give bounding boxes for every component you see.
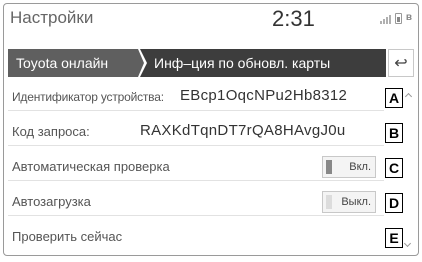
request-code-value: RAXKdTqnDT7rQA8HAvgJ0u <box>140 122 346 139</box>
check-now-label: Проверить сейчас <box>12 229 123 244</box>
device-id-value: EBcp1OqcNPu2Hb8312 <box>180 87 348 104</box>
callout-c: C <box>385 158 403 178</box>
auto-download-toggle[interactable]: Выкл. <box>322 191 376 213</box>
auto-check-row[interactable]: Автоматическая проверка Вкл. <box>8 153 384 181</box>
auto-check-toggle[interactable]: Вкл. <box>322 156 376 178</box>
callout-b: B <box>385 123 403 143</box>
clock: 2:31 <box>272 6 315 31</box>
battery-icon <box>394 13 402 24</box>
settings-screen: Настройки 2:31 ʙ Toyota онлайн Инф–ция п… <box>3 3 419 256</box>
page-title: Настройки <box>10 8 94 27</box>
tab-bar: Toyota онлайн Инф–ция по обновл. карты ↩ <box>8 49 414 77</box>
back-button[interactable]: ↩ <box>388 49 414 77</box>
auto-download-label: Автозагрузка <box>12 194 91 209</box>
back-arrow-icon: ↩ <box>394 55 408 72</box>
request-code-label: Код запроса: <box>12 124 90 139</box>
callout-d: D <box>385 193 403 213</box>
toggle-on-indicator <box>326 160 332 174</box>
device-id-row: Идентификатор устройства: EBcp1OqcNPu2Hb… <box>8 83 384 111</box>
tab-toyota-online[interactable]: Toyota онлайн <box>8 49 144 77</box>
toggle-off-indicator <box>326 195 332 209</box>
auto-download-row[interactable]: Автозагрузка Выкл. <box>8 188 384 216</box>
signal-icon <box>379 15 391 24</box>
callout-a: A <box>385 88 403 108</box>
bluetooth-icon: ʙ <box>405 12 412 23</box>
scroll-down-icon[interactable] <box>406 238 410 246</box>
auto-download-toggle-label: Выкл. <box>341 196 371 208</box>
auto-check-toggle-label: Вкл. <box>349 161 371 173</box>
check-now-row[interactable]: Проверить сейчас <box>8 223 384 251</box>
auto-check-label: Автоматическая проверка <box>12 159 170 174</box>
device-id-label: Идентификатор устройства: <box>12 90 164 104</box>
scroll-up-icon[interactable] <box>406 94 410 102</box>
request-code-row: Код запроса: RAXKdTqnDT7rQA8HAvgJ0u <box>8 118 384 146</box>
callout-e: E <box>385 228 403 248</box>
tab-map-update-info[interactable]: Инф–ция по обновл. карты <box>140 49 386 77</box>
status-bar: ʙ <box>379 12 412 24</box>
